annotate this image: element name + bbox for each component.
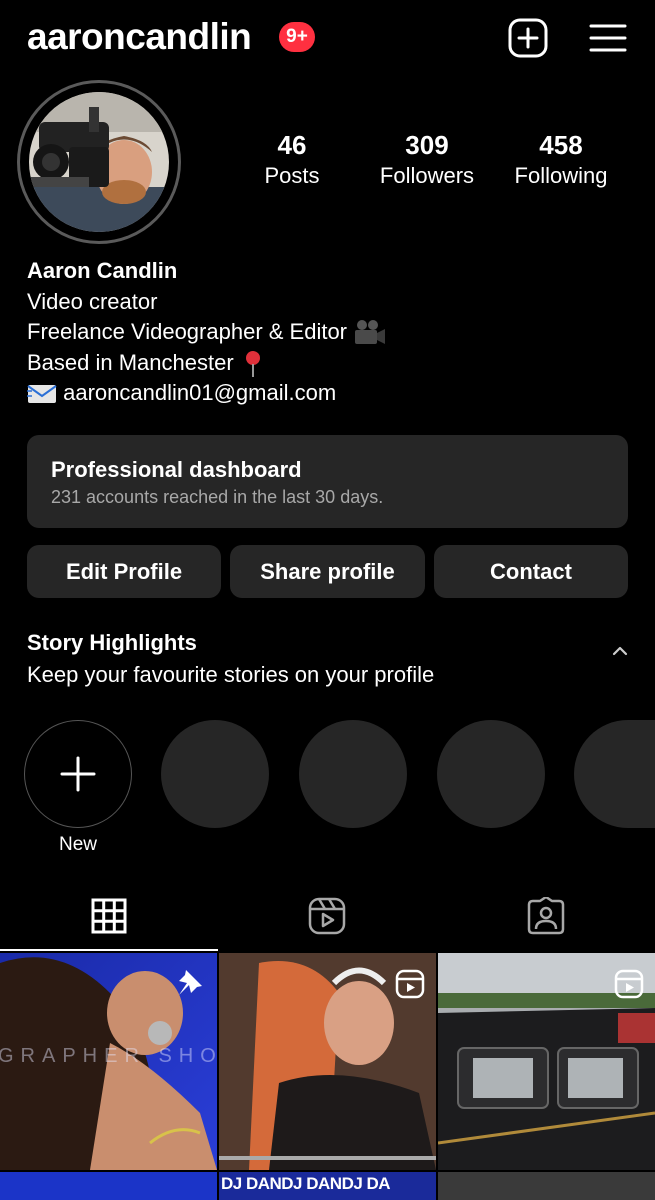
tagged-icon: [527, 897, 565, 935]
collapse-highlights-button[interactable]: [610, 642, 630, 660]
envelope-icon: [27, 385, 57, 404]
contact-button[interactable]: Contact: [434, 545, 628, 598]
bio-email[interactable]: aaroncandlin01@gmail.com: [63, 380, 336, 405]
chevron-up-icon: [612, 646, 628, 656]
followers-stat[interactable]: 309 Followers: [367, 130, 487, 189]
following-count: 458: [539, 130, 583, 160]
post-thumbnail[interactable]: [219, 953, 436, 1170]
highlight-placeholder: [437, 720, 545, 828]
edit-profile-button[interactable]: Edit Profile: [27, 545, 221, 598]
highlight-placeholder: [574, 720, 655, 828]
grid-icon: [91, 898, 127, 934]
username[interactable]: aaroncandlin: [27, 16, 252, 58]
bio-occupation-text: Freelance Videographer & Editor: [27, 319, 348, 344]
post-thumbnail[interactable]: [0, 1172, 217, 1200]
display-name: Aaron Candlin: [27, 258, 178, 283]
professional-dashboard[interactable]: Professional dashboard 231 accounts reac…: [27, 435, 628, 528]
video-camera-icon: [355, 320, 386, 345]
bio-location-text: Based in Manchester: [27, 349, 234, 375]
hamburger-menu-icon: [589, 24, 627, 52]
reel-badge-icon: [614, 969, 644, 999]
highlight-placeholder: [299, 720, 407, 828]
highlights-title: Story Highlights: [27, 630, 197, 655]
avatar[interactable]: [29, 92, 169, 232]
post-thumbnail[interactable]: DJ DANDJ DANDJ DA: [219, 1172, 436, 1200]
tab-reels[interactable]: [218, 890, 436, 950]
followers-count: 309: [405, 130, 449, 160]
location-pin-icon: [245, 350, 260, 377]
notification-badge[interactable]: 9+: [279, 22, 315, 52]
highlight-placeholder: [161, 720, 269, 828]
post-overlay-text: GRAPHER SHO: [0, 1045, 217, 1067]
bio: Aaron Candlin Video creator Freelance Vi…: [27, 256, 387, 409]
post-overlay-text: DJ DANDJ DANDJ DA: [221, 1174, 391, 1193]
add-post-button[interactable]: [508, 18, 548, 58]
post-thumbnail[interactable]: [438, 953, 655, 1170]
share-profile-button[interactable]: Share profile: [230, 545, 425, 598]
bio-line-location: Based in Manchester: [27, 348, 387, 379]
active-tab-indicator: [0, 949, 218, 951]
post-thumbnail[interactable]: [438, 1172, 655, 1200]
new-highlight-label: New: [58, 834, 97, 855]
following-label: Following: [514, 163, 608, 188]
posts-stat[interactable]: 46 Posts: [232, 130, 352, 189]
dashboard-subtitle: 231 accounts reached in the last 30 days…: [51, 487, 384, 507]
dashboard-title: Professional dashboard: [51, 457, 302, 482]
highlights-subtitle: Keep your favourite stories on your prof…: [27, 662, 435, 687]
tab-posts-grid[interactable]: [0, 890, 218, 950]
bio-category: Video creator: [27, 288, 158, 314]
pin-icon: [179, 970, 202, 995]
posts-label: Posts: [264, 163, 320, 188]
reels-icon: [308, 897, 346, 935]
posts-count: 46: [277, 130, 307, 160]
plus-icon: [60, 756, 95, 791]
tab-tagged[interactable]: [437, 890, 655, 950]
followers-label: Followers: [379, 163, 475, 188]
following-stat[interactable]: 458 Following: [501, 130, 621, 189]
new-highlight-button[interactable]: [24, 720, 132, 828]
bio-line-occupation: Freelance Videographer & Editor: [27, 317, 387, 348]
reel-badge-icon: [395, 969, 425, 999]
post-thumbnail[interactable]: GRAPHER SHO: [0, 953, 217, 1170]
bio-line-email: aaroncandlin01@gmail.com: [27, 378, 387, 409]
profile-header: aaroncandlin 9+: [0, 0, 655, 80]
menu-button[interactable]: [588, 18, 628, 58]
add-post-icon: [508, 18, 548, 58]
